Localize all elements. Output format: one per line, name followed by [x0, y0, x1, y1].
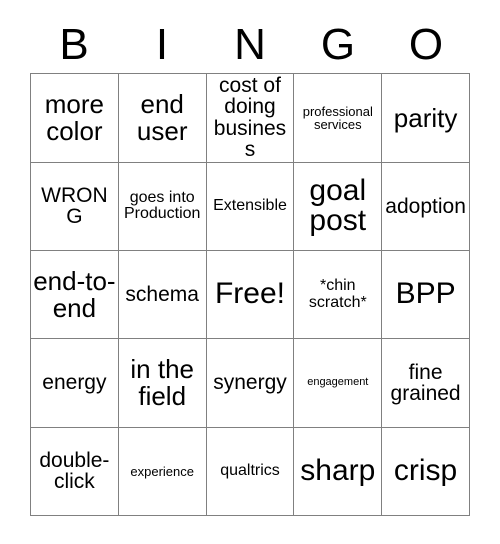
bingo-row-1: more color end user cost of doing busine… [31, 74, 470, 163]
bingo-cell-label: in the field [130, 354, 194, 411]
bingo-row-3: end-to-end schema Free! *chin scratch* B… [31, 250, 470, 340]
bingo-cell-label: double-click [39, 448, 110, 494]
bingo-cell-free-space[interactable]: Free! [206, 250, 295, 340]
bingo-cell-r4c4[interactable]: engagement [294, 339, 383, 428]
bingo-row-2: WRONG goes into Production Extensible go… [31, 162, 470, 251]
bingo-cell-r1c5[interactable]: parity [382, 74, 470, 163]
bingo-card: B I N G O more color end user cost of do… [0, 0, 500, 544]
bingo-row-4: energy in the field synergy engagement f… [31, 339, 470, 428]
bingo-cell-r2c1[interactable]: WRONG [31, 162, 119, 251]
bingo-cell-label: end user [136, 89, 188, 146]
bingo-cell-r1c2[interactable]: end user [118, 74, 207, 163]
bingo-grid: more color end user cost of doing busine… [30, 73, 470, 516]
bingo-cell-label: BPP [395, 277, 456, 311]
bingo-cell-label: parity [393, 102, 458, 133]
bingo-cell-label: sharp [300, 454, 376, 487]
bingo-cell-label: experience [130, 463, 194, 479]
bingo-cell-r2c4[interactable]: goal post [294, 162, 383, 251]
bingo-cell-r5c1[interactable]: double-click [31, 427, 119, 516]
bingo-cell-r4c1[interactable]: energy [31, 339, 119, 428]
bingo-cell-label: energy [42, 371, 107, 395]
bingo-cell-r4c5[interactable]: fine grained [382, 339, 470, 428]
bingo-cell-r1c4[interactable]: professional services [294, 74, 383, 163]
bingo-cell-label: goes into Production [123, 188, 201, 223]
bingo-cell-r3c2[interactable]: schema [118, 250, 207, 340]
bingo-cell-label: cost of doing business [213, 74, 287, 162]
bingo-cell-r5c2[interactable]: experience [118, 427, 207, 516]
bingo-cell-label: crisp [393, 454, 458, 487]
bingo-cell-label: professional services [302, 103, 373, 132]
bingo-cell-label: synergy [213, 371, 287, 395]
bingo-row-5: double-click experience qualtrics sharp … [31, 427, 470, 516]
bingo-cell-r1c1[interactable]: more color [31, 74, 119, 163]
bingo-header-row: B I N G O [30, 16, 470, 73]
bingo-cell-label: *chin scratch* [308, 277, 367, 311]
bingo-cell-label: more color [44, 89, 105, 146]
bingo-header-letter-b: B [59, 19, 89, 69]
bingo-cell-label: schema [125, 282, 199, 306]
bingo-cell-label: end-to-end [33, 266, 116, 323]
bingo-cell-label: qualtrics [220, 462, 280, 480]
bingo-cell-r3c5[interactable]: BPP [382, 250, 470, 340]
bingo-cell-r5c5[interactable]: crisp [382, 427, 470, 516]
bingo-cell-r4c2[interactable]: in the field [118, 339, 207, 428]
bingo-cell-r2c3[interactable]: Extensible [206, 162, 295, 251]
bingo-cell-r3c1[interactable]: end-to-end [31, 250, 119, 340]
bingo-cell-label: Extensible [213, 197, 287, 215]
bingo-cell-r1c3[interactable]: cost of doing business [206, 74, 295, 163]
bingo-cell-label: goal post [309, 173, 367, 238]
bingo-cell-label: engagement [307, 376, 369, 389]
bingo-header-letter-i: I [155, 19, 169, 69]
bingo-cell-r5c3[interactable]: qualtrics [206, 427, 295, 516]
bingo-cell-r2c5[interactable]: adoption [382, 162, 470, 251]
bingo-header-letter-g: G [320, 19, 356, 69]
bingo-header-letter-o: O [408, 19, 444, 69]
bingo-header-letter-n: N [234, 19, 266, 69]
bingo-cell-r2c2[interactable]: goes into Production [118, 162, 207, 251]
bingo-cell-r5c4[interactable]: sharp [294, 427, 383, 516]
bingo-free-space-label: Free! [214, 277, 285, 311]
bingo-cell-label: WRONG [41, 183, 108, 229]
bingo-cell-r3c4[interactable]: *chin scratch* [294, 250, 383, 340]
bingo-cell-label: adoption [385, 194, 466, 218]
bingo-cell-r4c3[interactable]: synergy [206, 339, 295, 428]
bingo-cell-label: fine grained [390, 360, 461, 405]
